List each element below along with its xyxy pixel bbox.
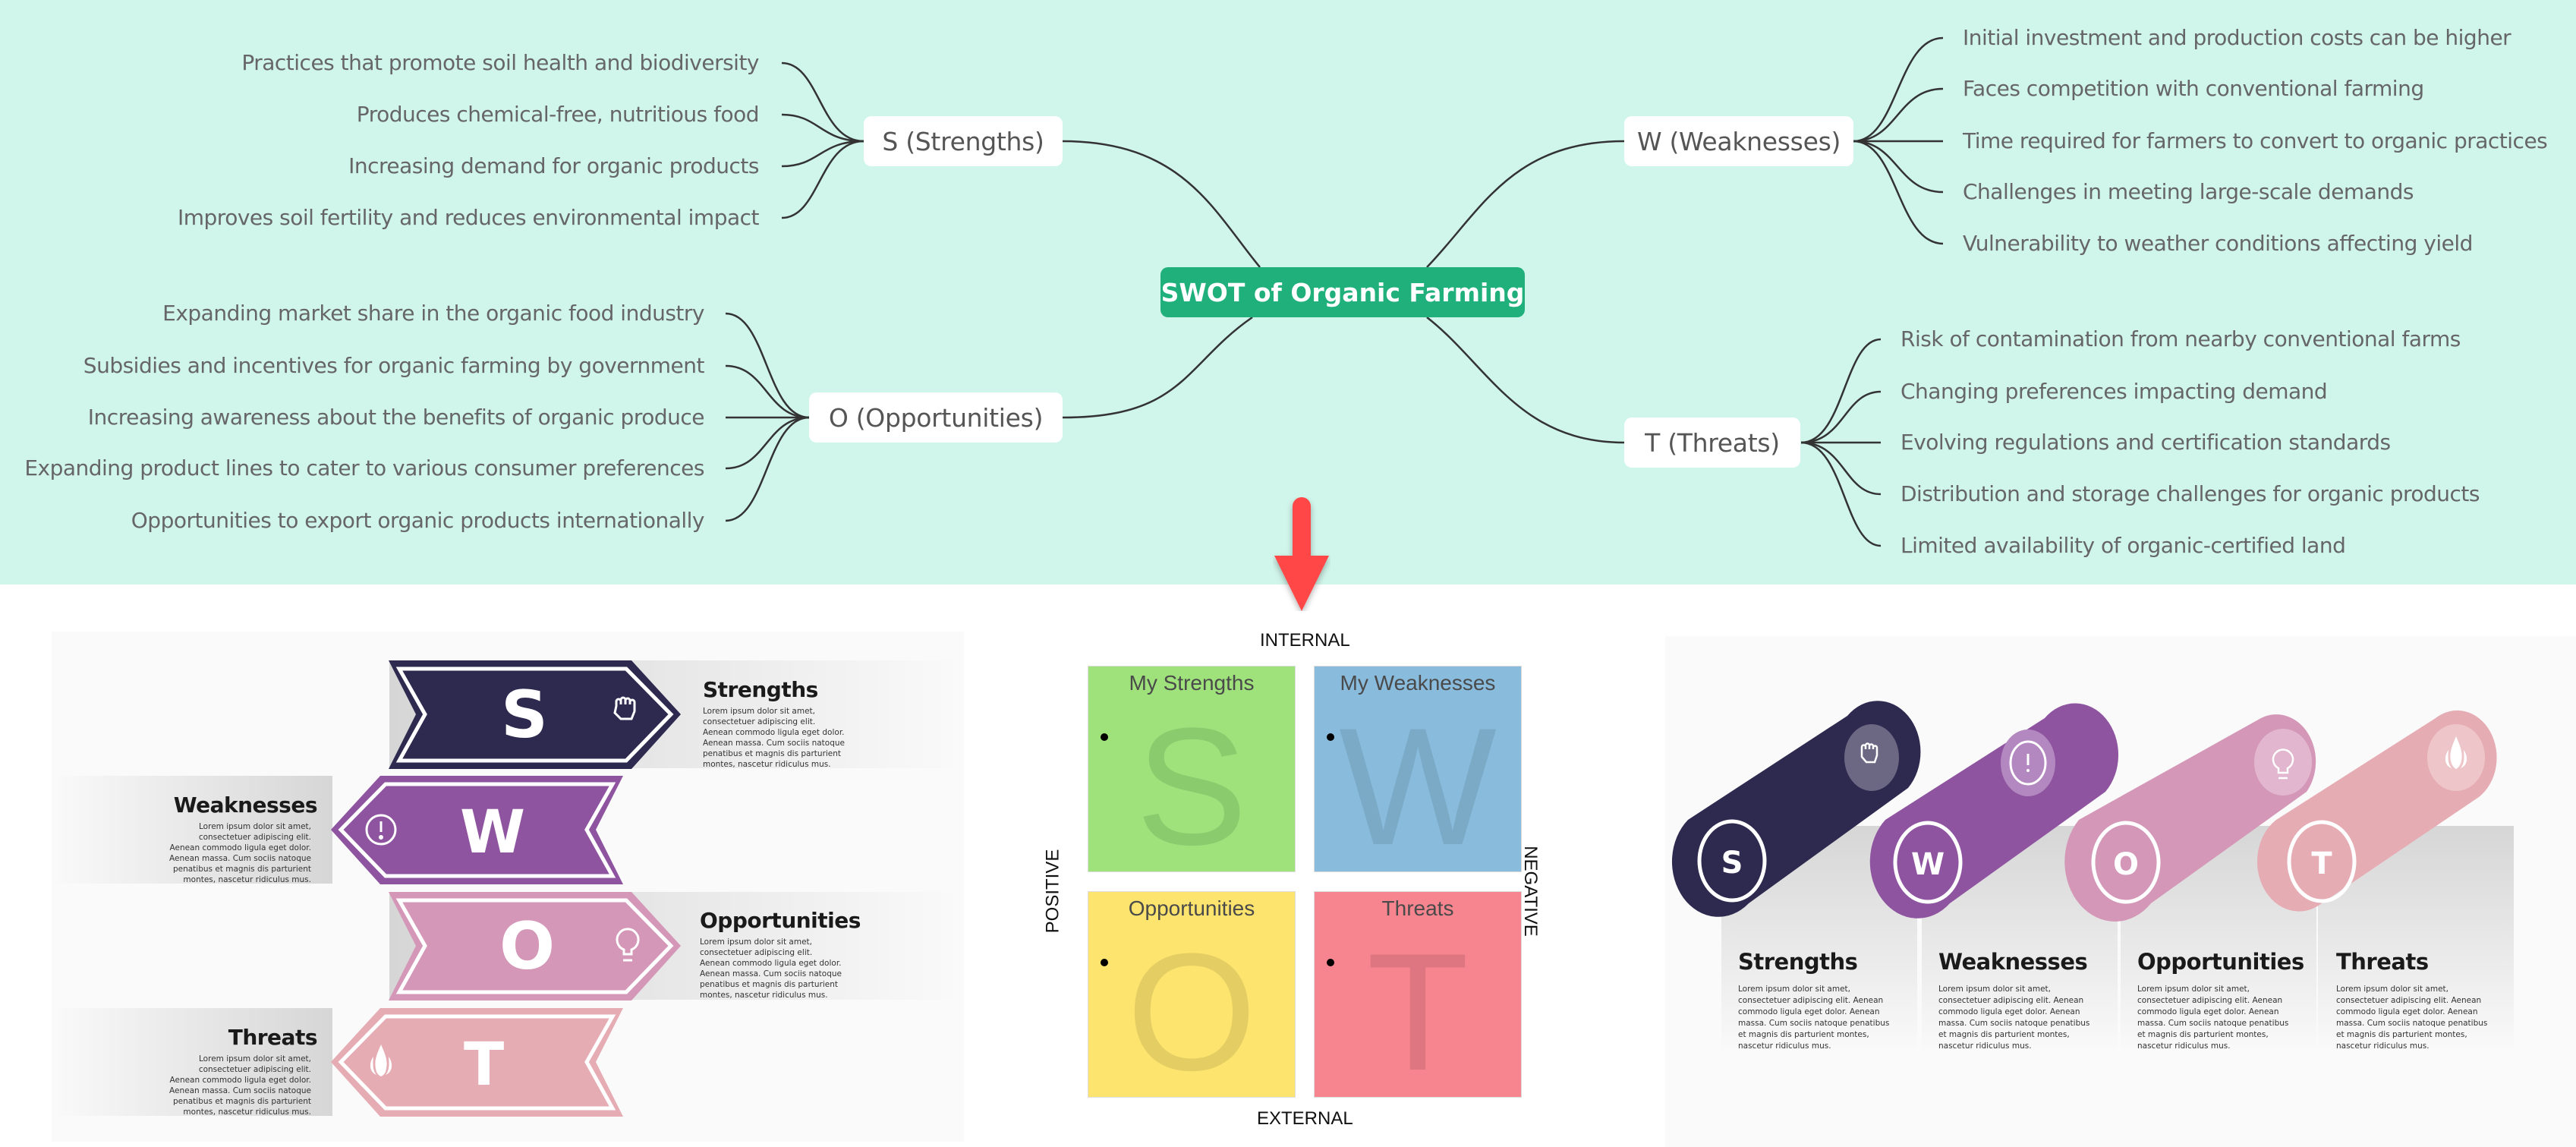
axis-external: EXTERNAL <box>1257 1108 1353 1129</box>
connector-root-opportunities <box>1062 316 1253 419</box>
weaknesses-body: Lorem ipsum dolor sit amet, consectetuer… <box>169 822 311 884</box>
connector-root-threats <box>1426 317 1625 444</box>
tube-title-strengths: Strengths <box>1738 949 1858 975</box>
leaf-weakness[interactable]: Faces competition with conventional farm… <box>1963 76 2424 102</box>
tube-body-weaknesses: Lorem ipsum dolor sit amet, consectetuer… <box>1938 985 2090 1051</box>
tube-title-threats: Threats <box>2336 949 2429 975</box>
template-tube-swot[interactable]: S W O T Strengths Lorem ipsum dolor sit … <box>1665 636 2576 1147</box>
leaf-strength[interactable]: Practices that promote soil health and b… <box>241 50 759 76</box>
strengths-body: Lorem ipsum dolor sit amet, consectetuer… <box>703 707 845 769</box>
axis-positive: POSITIVE <box>1042 849 1063 934</box>
chevron-threats[interactable]: T <box>331 1008 623 1117</box>
threats-title: Threats <box>228 1025 318 1050</box>
quadrant-opportunities[interactable]: O Opportunities <box>1088 891 1296 1098</box>
branch-weaknesses[interactable]: W (Weaknesses) <box>1624 116 1853 166</box>
tube-title-opportunities: Opportunities <box>2137 949 2304 975</box>
tube-graphics: S W O T <box>1671 701 2497 922</box>
quadrant-title: Threats <box>1381 896 1454 920</box>
template-grid-swot[interactable]: INTERNAL EXTERNAL POSITIVE NEGATIVE S My… <box>1040 622 1556 1147</box>
quadrant-title: My Weaknesses <box>1340 671 1496 695</box>
leaf-threat[interactable]: Risk of contamination from nearby conven… <box>1901 326 2461 352</box>
strengths-title: Strengths <box>703 677 818 702</box>
leaf-opportunity[interactable]: Increasing awareness about the benefits … <box>88 405 705 430</box>
leaf-weakness[interactable]: Challenges in meeting large-scale demand… <box>1963 179 2414 205</box>
opportunities-body: Lorem ipsum dolor sit amet, consectetuer… <box>700 937 842 1000</box>
bullet-point[interactable] <box>1101 733 1108 741</box>
leaf-strength[interactable]: Produces chemical-free, nutritious food <box>357 102 760 128</box>
svg-text:W: W <box>460 799 525 867</box>
connector-root-strengths <box>1062 140 1261 268</box>
leaf-opportunity[interactable]: Opportunities to export organic products… <box>131 508 705 534</box>
leaf-strength[interactable]: Improves soil fertility and reduces envi… <box>178 205 760 231</box>
bullet-point[interactable] <box>1101 959 1108 966</box>
branch-threats[interactable]: T (Threats) <box>1624 418 1800 468</box>
quadrant-title: Opportunities <box>1128 896 1255 920</box>
leaf-threat[interactable]: Distribution and storage challenges for … <box>1901 481 2480 507</box>
quadrant-letter: S <box>1135 693 1248 872</box>
axis-internal: INTERNAL <box>1260 630 1350 651</box>
svg-text:T: T <box>464 1031 504 1099</box>
tube-body-strengths: Lorem ipsum dolor sit amet, consectetuer… <box>1738 985 1890 1051</box>
bullet-point[interactable] <box>1327 959 1334 966</box>
svg-text:T: T <box>2311 846 2332 881</box>
chevron-opportunities[interactable]: O <box>389 892 681 1000</box>
chevron-strengths[interactable]: S <box>389 660 681 769</box>
leaf-threat[interactable]: Limited availability of organic-certifie… <box>1901 533 2346 559</box>
leaf-weakness[interactable]: Initial investment and production costs … <box>1963 25 2511 51</box>
opportunities-title: Opportunities <box>700 908 861 933</box>
template-chevron-swot[interactable]: S Strengths Lorem ipsum dolor sit amet, … <box>52 632 964 1142</box>
mindmap-root-node[interactable]: SWOT of Organic Farming <box>1160 267 1525 317</box>
axis-negative: NEGATIVE <box>1519 846 1541 937</box>
tube-body-threats: Lorem ipsum dolor sit amet, consectetuer… <box>2336 985 2488 1051</box>
leaf-weakness[interactable]: Time required for farmers to convert to … <box>1963 128 2548 154</box>
tube-body-opportunities: Lorem ipsum dolor sit amet, consectetuer… <box>2137 985 2289 1051</box>
leaf-weakness[interactable]: Vulnerability to weather conditions affe… <box>1963 231 2473 257</box>
leaf-threat[interactable]: Evolving regulations and certification s… <box>1901 430 2391 455</box>
svg-text:O: O <box>2113 847 2139 882</box>
chevron-weaknesses[interactable]: W <box>331 776 623 884</box>
weaknesses-title: Weaknesses <box>173 793 318 818</box>
quadrant-letter: T <box>1366 919 1469 1098</box>
connector-root-weaknesses <box>1426 140 1625 268</box>
letter-s: S <box>501 677 548 753</box>
branch-strengths[interactable]: S (Strengths) <box>864 116 1063 166</box>
quadrant-letter: O <box>1126 919 1257 1098</box>
svg-text:O: O <box>499 909 555 985</box>
tube-title-weaknesses: Weaknesses <box>1938 949 2088 975</box>
leaf-opportunity[interactable]: Expanding market share in the organic fo… <box>162 301 704 326</box>
leaf-strength[interactable]: Increasing demand for organic products <box>348 153 759 179</box>
quadrant-letter: W <box>1339 693 1497 872</box>
svg-text:S: S <box>1721 846 1743 881</box>
quadrant-title: My Strengths <box>1129 671 1255 695</box>
leaf-opportunity[interactable]: Subsidies and incentives for organic far… <box>83 353 705 379</box>
threats-body: Lorem ipsum dolor sit amet, consectetuer… <box>169 1054 311 1117</box>
arrow-down-icon <box>1274 497 1329 611</box>
leaf-opportunity[interactable]: Expanding product lines to cater to vari… <box>24 455 704 481</box>
quadrant-weaknesses[interactable]: W My Weaknesses <box>1314 666 1522 872</box>
quadrant-strengths[interactable]: S My Strengths <box>1088 666 1296 872</box>
branch-opportunities[interactable]: O (Opportunities) <box>809 392 1063 443</box>
leaf-threat[interactable]: Changing preferences impacting demand <box>1901 379 2328 405</box>
bullet-point[interactable] <box>1327 733 1334 741</box>
quadrant-threats[interactable]: T Threats <box>1314 891 1522 1098</box>
svg-text:W: W <box>1911 847 1945 882</box>
